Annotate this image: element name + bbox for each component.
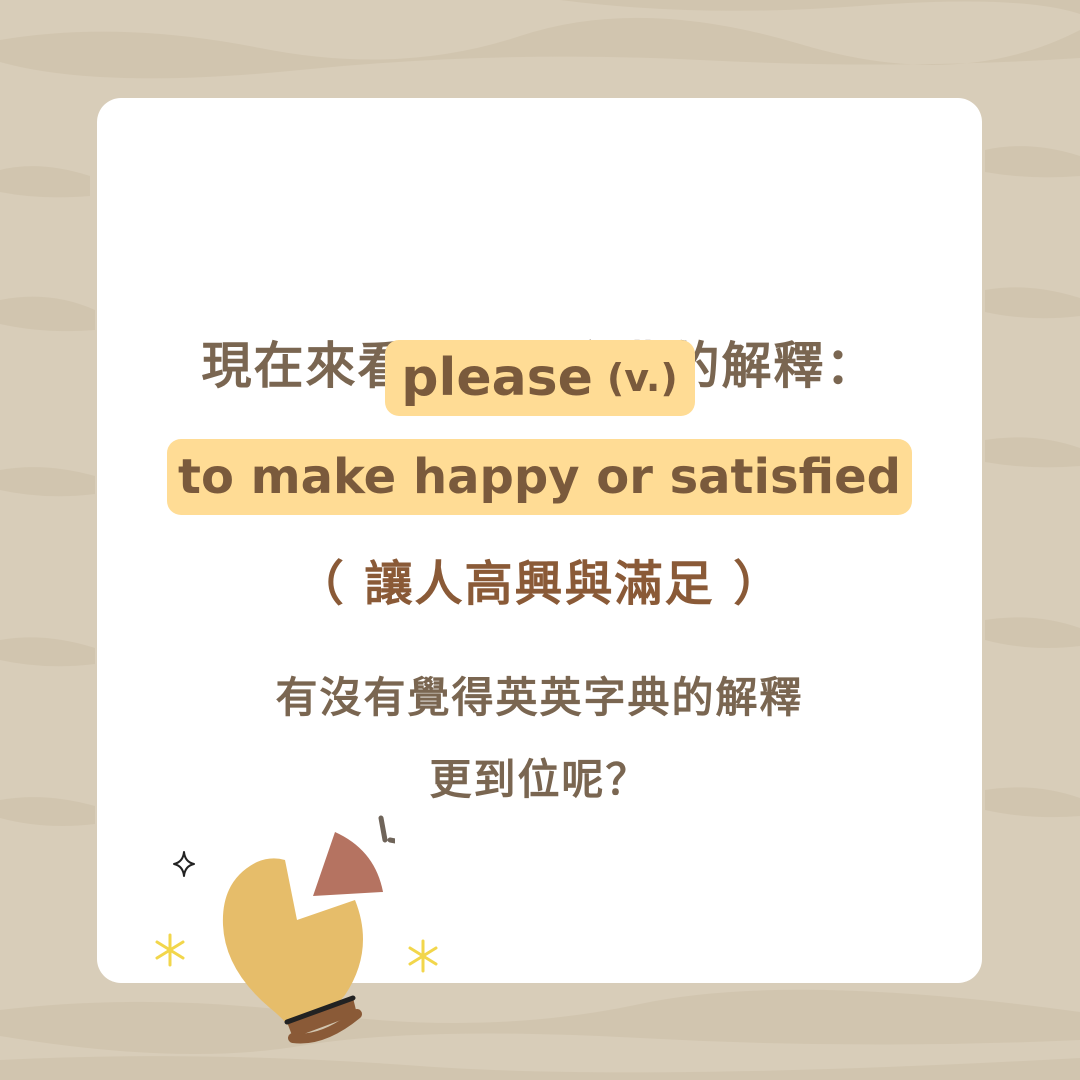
word-row: please (v.) [97,340,982,416]
vocabulary-word: please [401,348,593,408]
chinese-translation: （ 讓人高興與滿足 ） [295,556,784,612]
word-highlight: please (v.) [384,340,695,416]
definition-text: to make happy or satisfied [178,449,901,505]
definition-row: to make happy or satisfied [97,439,982,515]
definition-highlight: to make happy or satisfied [167,439,912,515]
question-line-1: 有沒有覺得英英字典的解釋 [275,673,804,722]
asterisk-star-icon [155,933,185,967]
question-line-2: 更到位呢？ [429,755,650,804]
sparkle-icon [173,851,195,877]
lightbulb-icon [222,815,395,1044]
asterisk-star-icon [408,939,438,973]
part-of-speech: (v.) [606,356,678,400]
